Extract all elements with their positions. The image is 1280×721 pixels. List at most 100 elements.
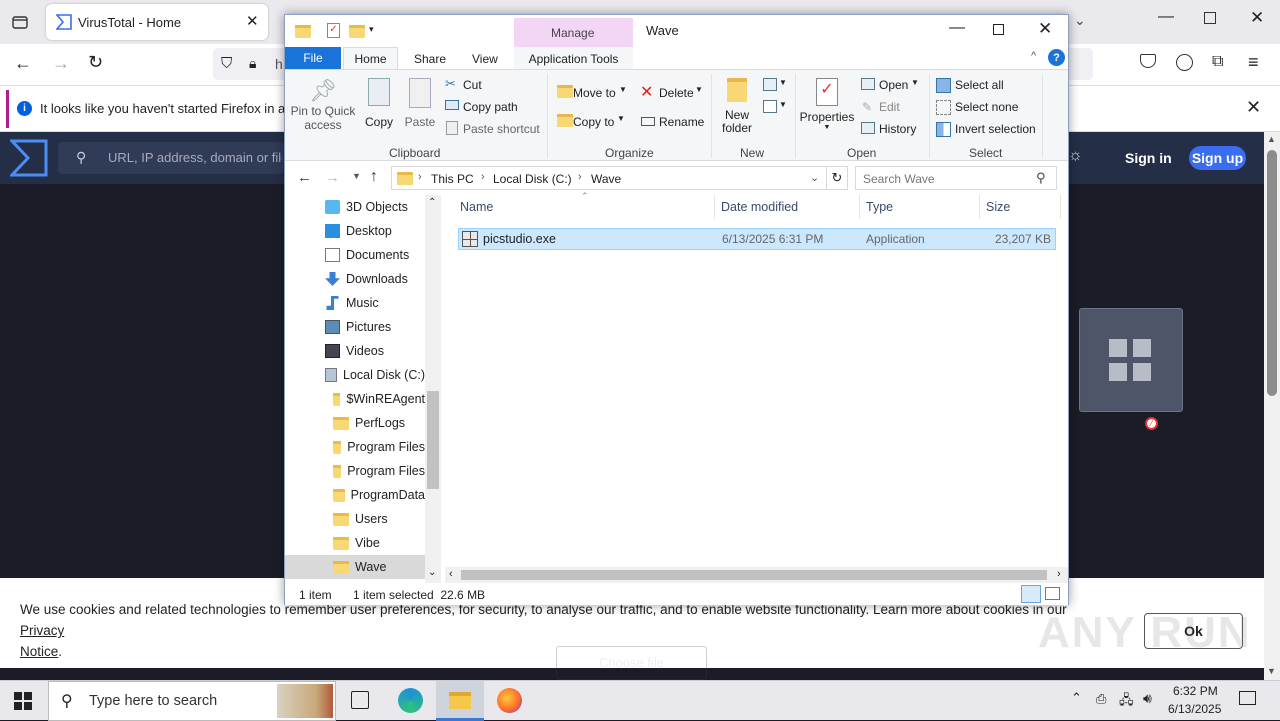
windows-start-icon[interactable] bbox=[14, 692, 32, 713]
scroll-down-icon[interactable]: ▼ bbox=[1267, 666, 1276, 676]
nav-item[interactable]: Documents bbox=[285, 243, 425, 267]
nav-item[interactable]: ProgramData bbox=[285, 483, 425, 507]
nav-item[interactable]: Wave bbox=[285, 555, 425, 579]
address-dropdown-icon[interactable]: ⌄ bbox=[810, 171, 819, 184]
tab-close-icon[interactable]: ✕ bbox=[246, 12, 259, 30]
shield-icon[interactable]: ⛉ bbox=[221, 55, 232, 72]
privacy-link-1[interactable]: Privacy bbox=[20, 623, 64, 638]
large-icons-view-icon[interactable] bbox=[1045, 587, 1060, 600]
menu-icon[interactable]: ≡ bbox=[1248, 52, 1259, 73]
move-to-button[interactable]: Move to bbox=[573, 86, 616, 100]
account-icon[interactable] bbox=[1176, 54, 1193, 71]
column-name[interactable]: Name bbox=[457, 195, 715, 219]
up-folder-icon[interactable]: ↑ bbox=[370, 168, 378, 186]
explorer-maximize-icon[interactable] bbox=[993, 24, 1004, 35]
lock-icon[interactable]: 🔒︎ bbox=[249, 55, 256, 72]
browser-tab[interactable]: VirusTotal - Home ✕ bbox=[46, 4, 268, 40]
pin-quick-access-button[interactable]: 📌︎ Pin to Quick access bbox=[289, 78, 357, 140]
nav-item[interactable]: Users bbox=[285, 507, 425, 531]
new-item-dropdown-icon[interactable]: ▼ bbox=[779, 78, 787, 87]
history-button[interactable]: History bbox=[879, 122, 916, 136]
breadcrumb-sep-icon[interactable]: › bbox=[418, 171, 422, 183]
sign-up-button[interactable]: Sign up bbox=[1189, 146, 1246, 170]
open-button[interactable]: Open bbox=[879, 78, 908, 92]
delete-button[interactable]: Delete bbox=[659, 86, 694, 100]
breadcrumb-wave[interactable]: Wave bbox=[591, 172, 621, 186]
edit-button[interactable]: Edit bbox=[879, 100, 900, 114]
explorer-minimize-icon[interactable]: — bbox=[949, 19, 965, 37]
new-item-icon[interactable] bbox=[763, 78, 777, 91]
scroll-up-icon[interactable]: ▲ bbox=[1267, 134, 1276, 144]
copy-to-dropdown-icon[interactable]: ▼ bbox=[617, 114, 625, 123]
nav-scroll-down-icon[interactable]: ⌄ bbox=[428, 567, 436, 578]
notice-close-icon[interactable]: ✕ bbox=[1246, 97, 1261, 118]
scroll-right-icon[interactable]: › bbox=[1057, 568, 1061, 580]
rename-button[interactable]: Rename bbox=[659, 115, 704, 129]
notifications-icon[interactable] bbox=[1239, 691, 1256, 705]
paste-shortcut-button[interactable]: Paste shortcut bbox=[463, 122, 540, 136]
column-type[interactable]: Type bbox=[863, 195, 980, 219]
tab-list-icon[interactable] bbox=[10, 12, 30, 32]
help-icon[interactable]: ? bbox=[1048, 49, 1065, 66]
tab-overflow-icon[interactable]: ⌄ bbox=[1074, 12, 1086, 29]
virustotal-logo[interactable] bbox=[8, 139, 48, 180]
page-scrollbar[interactable]: ▲ ▼ bbox=[1264, 132, 1280, 680]
cut-button[interactable]: Cut bbox=[463, 78, 482, 92]
nav-item[interactable]: Program Files bbox=[285, 435, 425, 459]
tab-application-tools[interactable]: Application Tools bbox=[514, 47, 633, 69]
tray-overflow-icon[interactable]: ⌃ bbox=[1071, 690, 1082, 706]
breadcrumb-sep-icon[interactable]: › bbox=[578, 171, 582, 183]
select-all-button[interactable]: Select all bbox=[955, 78, 1004, 92]
firefox-icon[interactable] bbox=[497, 688, 522, 713]
tab-file[interactable]: File bbox=[285, 47, 341, 69]
minimize-icon[interactable]: — bbox=[1158, 8, 1174, 26]
h-scroll-thumb[interactable] bbox=[461, 570, 1047, 580]
volume-icon[interactable]: 🔊︎ bbox=[1143, 690, 1152, 707]
pocket-icon[interactable] bbox=[1140, 54, 1156, 68]
nav-item[interactable]: Local Disk (C:) bbox=[285, 363, 425, 387]
nav-item[interactable]: Desktop bbox=[285, 219, 425, 243]
nav-item[interactable]: Music bbox=[285, 291, 425, 315]
explorer-close-icon[interactable]: ✕ bbox=[1038, 19, 1052, 39]
copy-button[interactable]: Copy bbox=[361, 78, 397, 140]
tray-app-icon[interactable]: ⎙ bbox=[1096, 691, 1106, 707]
vt-search-box[interactable]: ⚲ URL, IP address, domain or file bbox=[58, 142, 284, 174]
edge-icon[interactable] bbox=[398, 688, 423, 713]
nav-item[interactable]: 3D Objects bbox=[285, 195, 425, 219]
nav-scrollbar[interactable]: ⌃ ⌄ bbox=[425, 195, 441, 583]
delete-dropdown-icon[interactable]: ▼ bbox=[695, 85, 703, 94]
choose-file-button[interactable]: Choose file bbox=[556, 646, 707, 680]
file-explorer-taskbar-button[interactable] bbox=[436, 681, 484, 721]
nav-item[interactable]: $WinREAgent bbox=[285, 387, 425, 411]
copy-path-button[interactable]: Copy path bbox=[463, 100, 518, 114]
search-box[interactable]: Search Wave ⚲ bbox=[855, 166, 1057, 190]
breadcrumb-sep-icon[interactable]: › bbox=[481, 171, 485, 183]
tab-share[interactable]: Share bbox=[414, 52, 446, 66]
move-to-dropdown-icon[interactable]: ▼ bbox=[619, 85, 627, 94]
nav-scroll-up-icon[interactable]: ⌃ bbox=[428, 197, 436, 208]
column-date[interactable]: Date modified bbox=[718, 195, 860, 219]
breadcrumb-local-disk[interactable]: Local Disk (C:) bbox=[493, 172, 572, 186]
select-none-button[interactable]: Select none bbox=[955, 100, 1018, 114]
task-view-icon[interactable] bbox=[351, 691, 369, 709]
new-folder-quick-icon[interactable] bbox=[349, 25, 365, 38]
nav-item[interactable]: PerfLogs bbox=[285, 411, 425, 435]
reload-icon[interactable]: ↻ bbox=[88, 52, 103, 73]
clock-time[interactable]: 6:32 PM bbox=[1173, 684, 1218, 698]
refresh-icon[interactable]: ↻ bbox=[826, 166, 848, 190]
nav-item[interactable]: Videos bbox=[285, 339, 425, 363]
tab-view[interactable]: View bbox=[472, 52, 498, 66]
close-icon[interactable]: ✕ bbox=[1250, 8, 1264, 28]
details-view-icon[interactable] bbox=[1021, 585, 1041, 603]
properties-dropdown-icon[interactable]: ▼ bbox=[799, 124, 855, 131]
new-folder-button[interactable]: New folder bbox=[717, 78, 757, 140]
nav-back-icon[interactable]: ← bbox=[297, 169, 312, 186]
properties-button[interactable]: ✓ Properties ▼ bbox=[799, 78, 855, 140]
invert-selection-button[interactable]: Invert selection bbox=[955, 122, 1036, 136]
column-size[interactable]: Size bbox=[983, 195, 1061, 219]
search-icon[interactable]: ⚲ bbox=[1036, 170, 1046, 186]
search-highlight-icon[interactable] bbox=[277, 684, 333, 718]
nav-item[interactable]: Pictures bbox=[285, 315, 425, 339]
restore-icon[interactable] bbox=[1204, 12, 1216, 24]
open-dropdown-icon[interactable]: ▼ bbox=[911, 78, 919, 87]
